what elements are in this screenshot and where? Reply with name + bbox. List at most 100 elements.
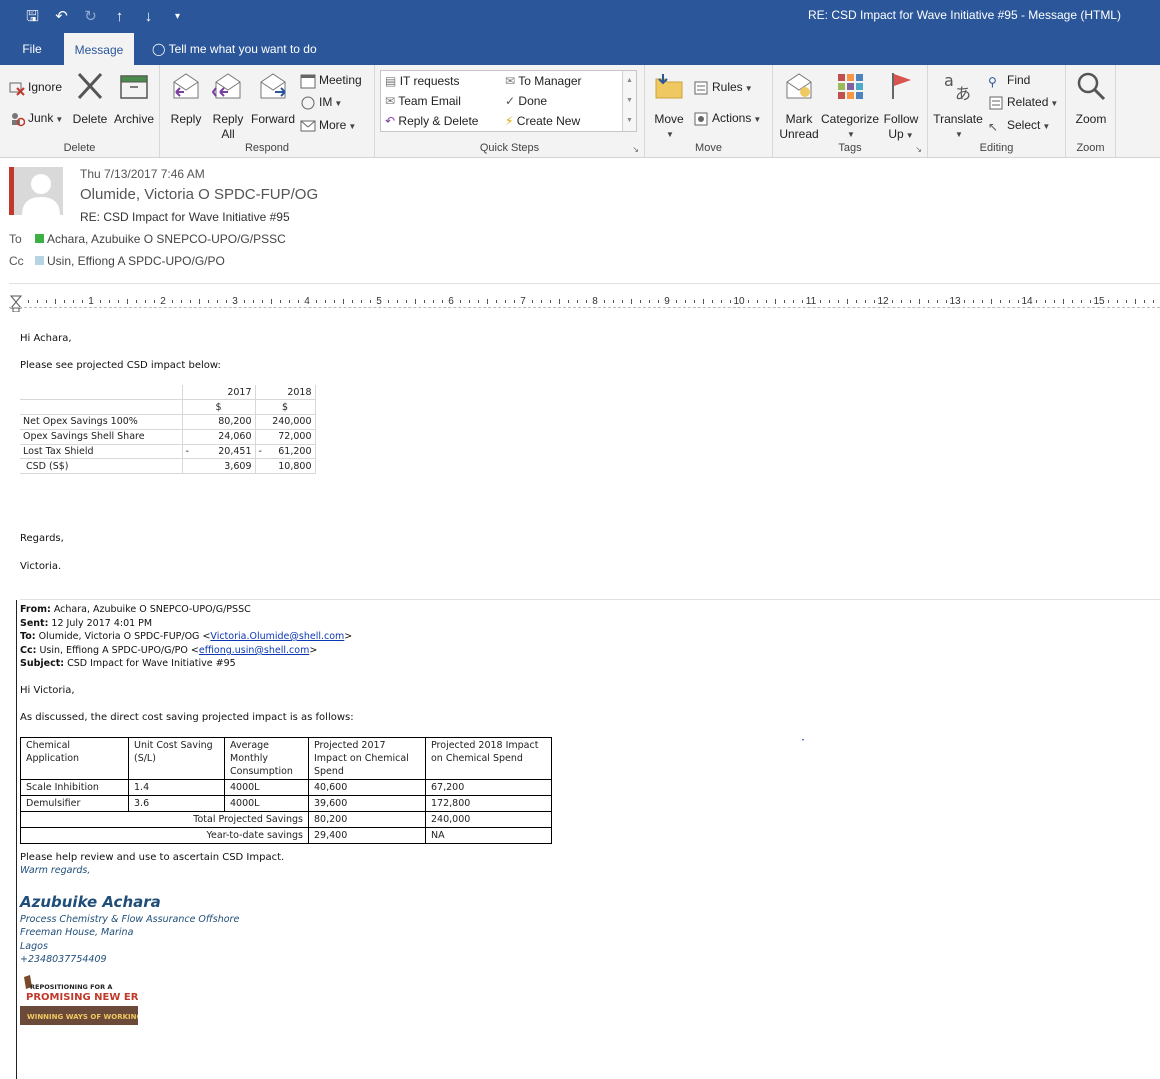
reply-button[interactable]: Reply [168, 70, 204, 127]
scroll-down-icon[interactable]: ▼ [623, 91, 636, 111]
ruler-tick [1072, 300, 1073, 303]
im-button[interactable]: IM ▼ [300, 93, 342, 111]
ruler-tick [730, 300, 731, 303]
cell-value: 80,200 [218, 416, 252, 428]
csd-impact-table: 2017 2018 $ $ Net Opex Savings 100% 80,2… [20, 385, 316, 475]
undo-icon[interactable]: ↶ [47, 7, 76, 27]
ruler-number: 15 [1093, 296, 1105, 307]
customize-qat-icon[interactable]: ▾ [163, 7, 192, 27]
ruler-tick [64, 300, 65, 303]
actions-button[interactable]: Actions ▼ [693, 109, 761, 127]
select-button[interactable]: ↖ Select ▼ [988, 116, 1050, 134]
ruler-number: 8 [592, 296, 598, 307]
to-recipient[interactable]: Achara, Azubuike O SNEPCO-UPO/G/PSSC [35, 232, 286, 246]
ruler-tick [415, 299, 416, 304]
table-row: Opex Savings Shell Share 24,060 72,000 [20, 429, 316, 445]
ruler-tick [217, 300, 218, 303]
title-bar: 🖫 ↶ ↻ ↑ ↓ ▾ RE: CSD Impact for Wave Init… [0, 0, 1160, 33]
move-button[interactable]: Move ▼ [651, 70, 687, 142]
tab-message[interactable]: Message [64, 33, 134, 65]
to-email-link[interactable]: Victoria.Olumide@shell.com [210, 631, 344, 642]
more-button[interactable]: More ▼ [300, 116, 356, 134]
ruler-tick [874, 300, 875, 303]
unit-header: $ [255, 399, 316, 416]
previous-item-icon[interactable]: ↑ [105, 7, 134, 27]
forward-button[interactable]: Forward [250, 70, 296, 127]
ruler-tick [622, 300, 623, 303]
ruler-tick [1090, 300, 1091, 303]
translate-button[interactable]: aあ Translate ▼ [930, 70, 986, 142]
ruler-tick [514, 300, 515, 303]
delete-icon [77, 72, 103, 100]
dialog-launcher-icon[interactable]: ↘ [632, 145, 639, 154]
respond-group: Reply Reply All Forward Meeting IM ▼ More… [160, 65, 375, 157]
cc-recipient[interactable]: Usin, Effiong A SPDC-UPO/G/PO [35, 254, 225, 268]
message-sender[interactable]: Olumide, Victoria O SPDC-FUP/OG [80, 186, 318, 203]
save-icon[interactable]: 🖫 [18, 7, 47, 27]
archive-button[interactable]: Archive [112, 70, 156, 127]
column-header: Chemical Application [20, 737, 129, 780]
indent-marker-icon [9, 295, 23, 312]
ruler-tick [505, 300, 506, 303]
delete-button[interactable]: Delete [72, 70, 108, 127]
tags-dialog-launcher-icon[interactable]: ↘ [915, 145, 922, 154]
scroll-up-icon[interactable]: ▲ [623, 71, 636, 91]
quick-step-to-manager[interactable]: ✉ To Manager [505, 74, 582, 88]
expand-gallery-icon[interactable]: ▼ [623, 111, 636, 131]
quick-step-reply-delete[interactable]: ↶ Reply & Delete [385, 114, 478, 128]
actions-icon [694, 112, 708, 126]
ruler-tick [406, 300, 407, 303]
ruler-number: 3 [232, 296, 238, 307]
ruler-tick [181, 300, 182, 303]
ruler-tick [109, 300, 110, 303]
tell-me-search[interactable]: ◯ Tell me what you want to do [152, 33, 317, 65]
ruler-number: 12 [877, 296, 889, 307]
cell-value: 3,609 [224, 460, 252, 472]
ruler-tick [37, 300, 38, 303]
forward-icon [260, 73, 286, 99]
tab-file[interactable]: File [14, 33, 50, 65]
sender-avatar [9, 167, 63, 215]
table-row: Lost Tax Shield -20,451 -61,200 [20, 444, 316, 460]
ruler-tick [658, 300, 659, 303]
junk-button[interactable]: Junk ▼ [9, 109, 63, 127]
quick-step-team-email[interactable]: ✉ Team Email [385, 94, 461, 108]
ruler-tick [937, 300, 938, 303]
next-item-icon[interactable]: ↓ [134, 7, 163, 27]
quick-step-it-requests[interactable]: ▤ IT requests [385, 74, 460, 88]
redo-icon[interactable]: ↻ [76, 7, 105, 27]
mark-unread-button[interactable]: Mark Unread [777, 70, 821, 142]
ruler-tick [334, 300, 335, 303]
related-button[interactable]: Related ▼ [988, 93, 1058, 111]
cc-label: Cc [9, 254, 24, 268]
cc-email-link[interactable]: effiong.usin@shell.com [199, 645, 309, 656]
reply-all-button[interactable]: Reply All [210, 70, 246, 142]
ruler: 1 2 3 4 5 6 7 8 9 10 11 12 13 14 15 [9, 294, 1160, 312]
ruler-tick [568, 300, 569, 303]
quick-steps-scrollbar[interactable]: ▲ ▼ ▼ [622, 71, 636, 131]
rules-button[interactable]: Rules ▼ [693, 78, 753, 96]
ruler-tick [1108, 300, 1109, 303]
ruler-tick [1081, 300, 1082, 303]
meeting-icon [300, 74, 316, 89]
ruler-tick [856, 300, 857, 303]
column-header: Unit Cost Saving (S/L) [128, 737, 225, 780]
cell-value: 20,451 [218, 446, 252, 458]
ruler-tick [784, 300, 785, 303]
meeting-button[interactable]: Meeting [300, 71, 362, 89]
ruler-tick [1054, 300, 1055, 303]
quick-step-create-new[interactable]: ⚡ Create New [505, 114, 580, 128]
follow-up-button[interactable]: Follow Up ▼ [881, 70, 921, 143]
find-button[interactable]: ⚲ Find [988, 71, 1030, 89]
zoom-button[interactable]: Zoom [1071, 70, 1111, 127]
ruler-tick [361, 300, 362, 303]
ruler-number: 4 [304, 296, 310, 307]
categorize-button[interactable]: Categorize ▼ [821, 70, 879, 142]
ruler-tick [685, 300, 686, 303]
quick-step-done[interactable]: ✓ Done [505, 94, 547, 108]
cell-value: 24,060 [218, 431, 252, 443]
ruler-number: 11 [805, 296, 817, 307]
ruler-tick [478, 300, 479, 303]
ignore-button[interactable]: Ignore [9, 78, 62, 96]
tags-group-label: Tags [838, 142, 862, 154]
